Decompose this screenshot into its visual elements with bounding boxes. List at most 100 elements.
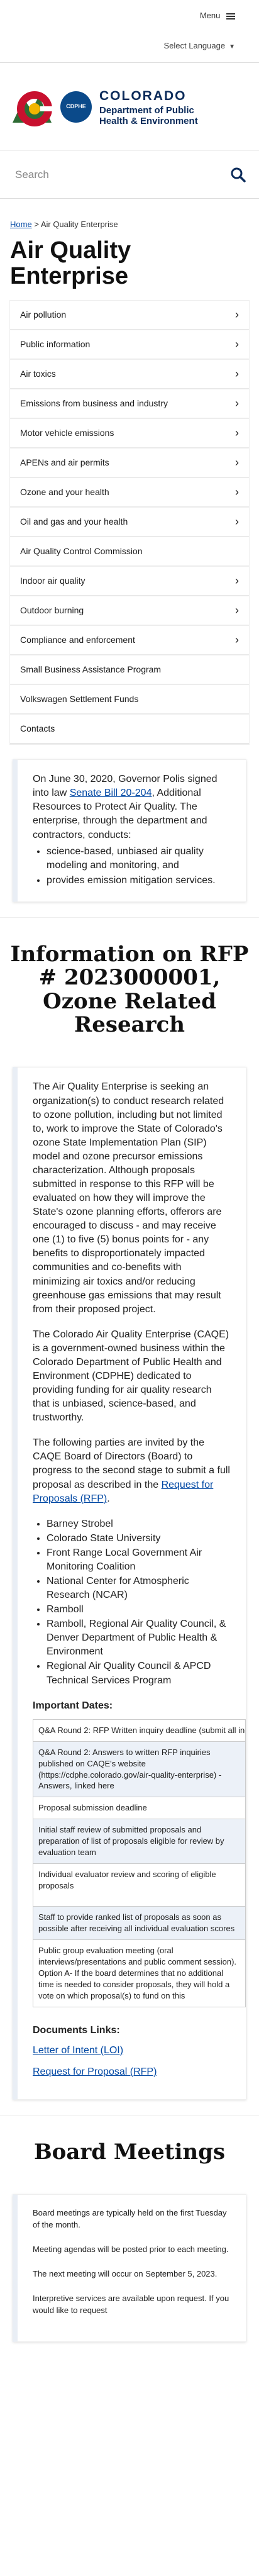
intro-list: science-based, unbiased air quality mode… [47, 845, 231, 888]
list-item: science-based, unbiased air quality mode… [47, 845, 231, 873]
section-nav-label: Outdoor burning [20, 605, 84, 615]
table-row: Q&A Round 2: RFP Written inquiry deadlin… [33, 1719, 246, 1741]
section-nav-label: Emissions from business and industry [20, 398, 168, 408]
list-item: Ramboll [47, 1603, 231, 1617]
table-row: Q&A Round 2: Answers to written RFP inqu… [33, 1741, 246, 1797]
board-paragraph: Board meetings are typically held on the… [33, 2208, 227, 2230]
section-nav-item[interactable]: Ozone and your health › [10, 478, 249, 508]
documents-links: Documents Links: Letter of Intent (LOI) … [33, 2024, 231, 2079]
top-bar: Menu Select Language ▼ [0, 0, 259, 63]
chevron-right-icon: › [235, 367, 239, 381]
section-nav-item[interactable]: Volkswagen Settlement Funds [10, 685, 249, 715]
section-nav-label: Contacts [20, 723, 55, 733]
language-select[interactable]: Select Language ▼ [164, 40, 236, 52]
rfp-heading: Information on RFP # 2023000001, Ozone R… [0, 917, 259, 1052]
table-row: Staff to provide ranked list of proposal… [33, 1906, 246, 1940]
board-paragraph: The next meeting will occur on September… [33, 2268, 218, 2278]
intro-card: On June 30, 2020, Governor Polis signed … [13, 759, 246, 902]
board-paragraph: Meeting agendas will be posted prior to … [33, 2244, 229, 2255]
list-item: provides emission mitigation services. [47, 874, 231, 888]
menu-label: Menu [199, 11, 221, 20]
section-nav-label: APENs and air permits [20, 457, 109, 467]
senate-bill-link[interactable]: Senate Bill 20-204 [70, 788, 152, 798]
hamburger-icon [226, 12, 235, 21]
chevron-right-icon: › [235, 486, 239, 499]
section-nav-label: Air pollution [20, 309, 67, 320]
table-row: Proposal submission deadline [33, 1797, 246, 1819]
list-item: Ramboll, Regional Air Quality Council, &… [47, 1617, 231, 1659]
breadcrumb-home[interactable]: Home [10, 220, 32, 229]
section-nav-item[interactable]: Air Quality Control Commission [10, 537, 249, 567]
chevron-right-icon: › [235, 308, 239, 321]
chevron-right-icon: › [235, 604, 239, 617]
brand-dept-line2: Health & Environment [99, 116, 198, 127]
table-row: Public group evaluation meeting (oral in… [33, 1939, 246, 2007]
language-label: Select Language [163, 41, 226, 50]
chevron-right-icon: › [235, 397, 239, 410]
section-nav-item[interactable]: Contacts [10, 715, 249, 745]
rfp-p3-after: . [107, 1493, 110, 1504]
list-item: Colorado State University [47, 1532, 231, 1546]
list-item: Front Range Local Government Air Monitor… [47, 1546, 231, 1574]
chevron-right-icon: › [235, 574, 239, 588]
chevron-right-icon: › [235, 338, 239, 351]
section-nav-item[interactable]: Motor vehicle emissions › [10, 419, 249, 449]
section-nav-label: Public information [20, 338, 91, 349]
list-item: Regional Air Quality Council & APCD Tech… [47, 1659, 231, 1687]
section-nav-label: Compliance and enforcement [20, 634, 135, 645]
rfp-paragraph-2: The Colorado Air Quality Enterprise (CAQ… [33, 1329, 229, 1424]
section-nav-label: Oil and gas and your health [20, 516, 128, 527]
board-paragraph: Interpretive services are available upon… [33, 2293, 229, 2315]
breadcrumb-separator: > [34, 220, 39, 229]
brand-dept-line1: Department of Public [99, 104, 194, 116]
section-nav-item[interactable]: Emissions from business and industry › [10, 389, 249, 420]
search-input[interactable]: Search [15, 167, 49, 182]
chevron-down-icon: ▼ [229, 43, 235, 50]
board-card: Board meetings are typically held on the… [13, 2194, 246, 2343]
section-nav-label: Ozone and your health [20, 486, 109, 497]
brand-text: COLORADO Department of Public Health & E… [99, 87, 198, 127]
chevron-right-icon: › [235, 515, 239, 528]
section-nav-label: Air Quality Control Commission [20, 545, 143, 556]
site-brand[interactable]: CDPHE COLORADO Department of Public Heal… [0, 63, 259, 151]
colorado-logo [13, 85, 57, 129]
documents-title: Documents Links: [33, 2024, 120, 2036]
section-nav-item[interactable]: Indoor air quality › [10, 567, 249, 597]
section-nav-item[interactable]: Air pollution › [10, 301, 249, 331]
section-nav-item[interactable]: Oil and gas and your health › [10, 508, 249, 538]
section-nav-item[interactable]: Small Business Assistance Program [10, 655, 249, 686]
dates-title: Important Dates: [33, 1700, 113, 1711]
section-nav-item[interactable]: Public information › [10, 330, 249, 360]
breadcrumb-current: Air Quality Enterprise [40, 220, 118, 229]
list-item: National Center for Atmospheric Research… [47, 1575, 231, 1602]
section-nav-item[interactable]: APENs and air permits › [10, 449, 249, 479]
table-row: Initial staff review of submitted propos… [33, 1819, 246, 1864]
chevron-right-icon: › [235, 633, 239, 647]
section-nav-item[interactable]: Air toxics › [10, 360, 249, 390]
board-heading: Board Meetings [0, 2114, 259, 2179]
section-nav-label: Indoor air quality [20, 575, 85, 586]
page-title: Air Quality Enterprise [10, 237, 131, 290]
chevron-right-icon: › [235, 456, 239, 469]
rfp-paragraph-1: The Air Quality Enterprise is seeking an… [33, 1081, 224, 1315]
section-nav-label: Small Business Assistance Program [20, 664, 162, 674]
cdphe-badge: CDPHE [60, 91, 92, 123]
parties-list: Barney StrobelColorado State UniversityF… [47, 1517, 231, 1688]
brand-state: COLORADO [99, 88, 187, 103]
table-row: Individual evaluator review and scoring … [33, 1863, 246, 1907]
menu-button[interactable]: Menu [200, 10, 235, 21]
section-nav: Air pollution › Public information › Air tox… [10, 301, 249, 745]
chevron-right-icon: › [235, 427, 239, 440]
search-bar[interactable]: Search [0, 151, 259, 199]
search-icon[interactable] [230, 167, 246, 183]
rfp-document-link[interactable]: Request for Proposal (RFP) [33, 2065, 231, 2079]
rfp-paragraph-3: The following parties are invited by the… [33, 1436, 231, 1505]
section-nav-item[interactable]: Compliance and enforcement › [10, 626, 249, 656]
breadcrumb: Home > Air Quality Enterprise [0, 199, 259, 235]
dates-table[interactable]: Q&A Round 2: RFP Written inquiry deadlin… [33, 1719, 246, 2007]
section-nav-item[interactable]: Outdoor burning › [10, 596, 249, 627]
loi-link[interactable]: Letter of Intent (LOI) [33, 2044, 231, 2058]
section-nav-label: Volkswagen Settlement Funds [20, 693, 139, 704]
section-nav-label: Air toxics [20, 368, 56, 379]
rfp-card: The Air Quality Enterprise is seeking an… [13, 1067, 246, 2100]
